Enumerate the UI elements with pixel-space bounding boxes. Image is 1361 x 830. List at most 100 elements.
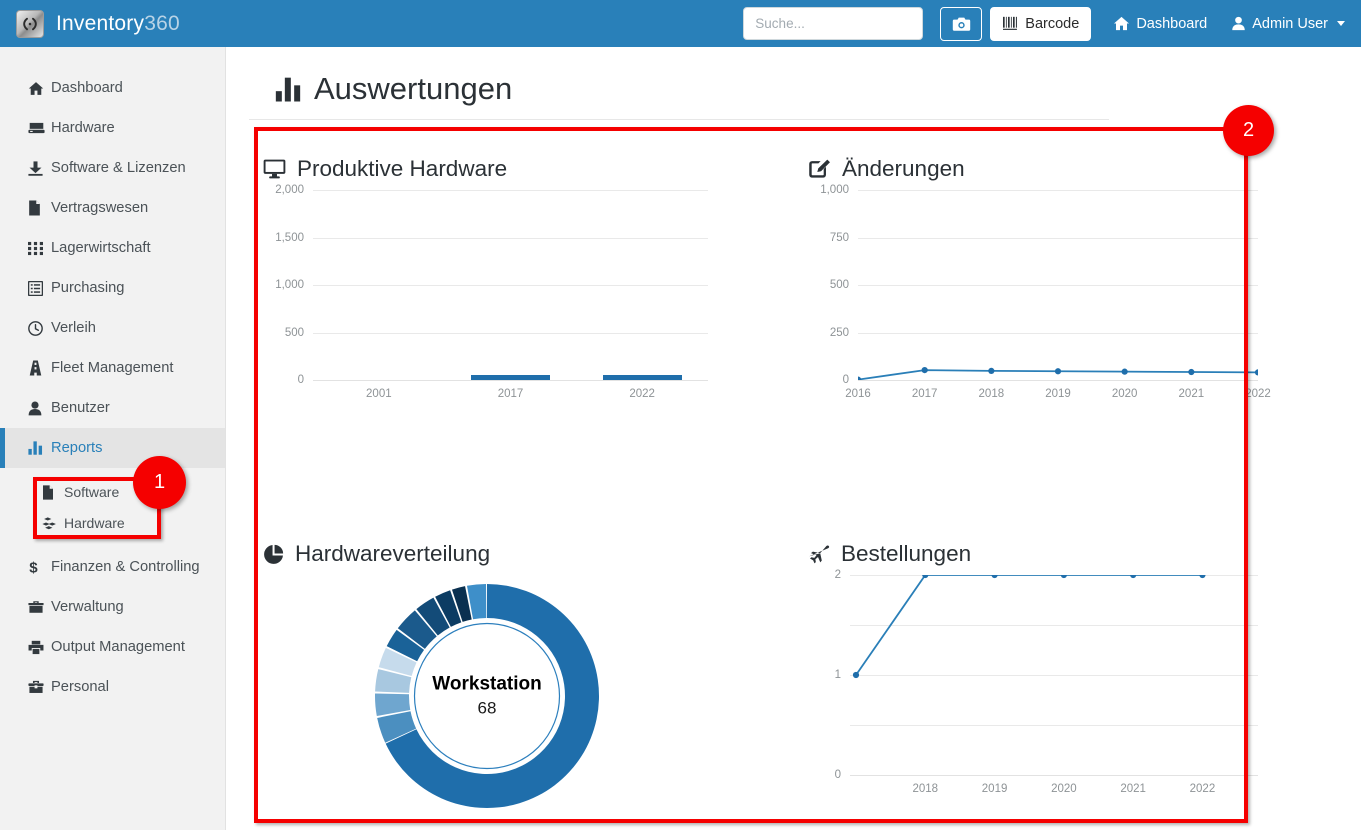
x-axis-tick-label: 2016 — [845, 388, 871, 400]
x-axis-tick-label: 2018 — [979, 388, 1005, 400]
chevron-down-icon — [1337, 21, 1345, 26]
user-icon — [1231, 16, 1246, 31]
sidebar-item-vertragswesen[interactable]: Vertragswesen — [0, 188, 225, 228]
y-axis-tick-label: 500 — [830, 279, 849, 291]
x-axis-tick-label: 2001 — [366, 388, 392, 400]
home-icon — [1113, 16, 1130, 31]
gridline — [313, 285, 708, 286]
sidebar-item-hardware[interactable]: Hardware — [0, 108, 225, 148]
page-title-text: Auswertungen — [314, 71, 512, 107]
chart-bestellungen: Bestellungen 01220182019202020212022 — [808, 541, 1278, 775]
brand-title: Inventory360 — [56, 12, 180, 36]
chart-title-text: Bestellungen — [841, 541, 971, 567]
x-axis-tick-label: 2020 — [1051, 783, 1077, 795]
user-icon — [28, 401, 51, 416]
sidebar-item-label: Vertragswesen — [51, 200, 148, 216]
x-axis-tick-label: 2020 — [1112, 388, 1138, 400]
sidebar-item-label: Finanzen & Controlling — [51, 559, 200, 575]
gridline — [858, 380, 1258, 381]
sidebar-item-personal[interactable]: Personal — [0, 667, 225, 707]
sidebar-item-dashboard[interactable]: Dashboard — [0, 68, 225, 108]
x-axis-tick-label: 2018 — [912, 783, 938, 795]
gridline — [313, 190, 708, 191]
annotation-badge-2: 2 — [1223, 105, 1274, 156]
bar-chart-icon — [28, 441, 51, 455]
cubes-icon — [42, 517, 64, 530]
edit-icon — [808, 159, 831, 179]
search-input[interactable] — [743, 7, 923, 40]
barcode-button-label: Barcode — [1025, 16, 1079, 32]
list-alt-icon — [28, 281, 51, 296]
briefcase-icon — [28, 600, 51, 614]
chart-title-aenderungen: Änderungen — [808, 156, 1278, 182]
nav-dashboard-label: Dashboard — [1136, 16, 1207, 32]
sidebar-item-reports[interactable]: Reports — [0, 428, 225, 468]
y-axis-tick-label: 0 — [298, 374, 304, 386]
y-axis-tick-label: 2,000 — [275, 184, 304, 196]
bar-chart-icon — [275, 77, 302, 102]
nav-dashboard-link[interactable]: Dashboard — [1113, 16, 1207, 32]
sidebar-item-lagerwirtschaft[interactable]: Lagerwirtschaft — [0, 228, 225, 268]
x-axis-tick-label: 2019 — [1045, 388, 1071, 400]
chart-produktive-hardware: Produktive Hardware 05001,0001,5002,0002… — [263, 156, 733, 380]
x-axis-tick-label: 2017 — [912, 388, 938, 400]
sidebar-item-label: Verleih — [51, 320, 96, 336]
y-axis-tick-label: 2 — [835, 569, 841, 581]
camera-scan-button[interactable] — [940, 7, 982, 41]
line-series — [858, 190, 1258, 380]
y-axis-tick-label: 1 — [835, 669, 841, 681]
sidebar-item-fleet-management[interactable]: Fleet Management — [0, 348, 225, 388]
y-axis-tick-label: 0 — [835, 769, 841, 781]
server-icon — [28, 121, 51, 135]
sidebar-item-purchasing[interactable]: Purchasing — [0, 268, 225, 308]
x-axis-tick-label: 2017 — [498, 388, 524, 400]
chart-hardwareverteilung: Hardwareverteilung Workstation 68 — [263, 541, 733, 812]
gridline — [313, 333, 708, 334]
brand-suffix: 360 — [144, 12, 180, 35]
x-axis-tick-label: 2021 — [1120, 783, 1146, 795]
sidebar-item-benutzer[interactable]: Benutzer — [0, 388, 225, 428]
plot-produktive-hardware: 05001,0001,5002,000200120172022 — [313, 190, 708, 380]
sidebar-item-label: Dashboard — [51, 80, 123, 96]
brand-name: Inventory — [56, 12, 144, 35]
bar-mark — [471, 375, 550, 380]
bar-mark — [603, 375, 682, 380]
chart-title-text: Hardwareverteilung — [295, 541, 490, 567]
suitcase-icon — [28, 680, 51, 694]
chart-title-bestellungen: Bestellungen — [808, 541, 1278, 567]
sidebar-item-label: Personal — [51, 679, 109, 695]
sidebar-subitem-software[interactable]: Software — [0, 477, 225, 507]
clock-icon — [28, 321, 51, 336]
pie-chart-icon — [263, 544, 284, 565]
download-icon — [28, 161, 51, 176]
sidebar-item-software-lizenzen[interactable]: Software & Lizenzen — [0, 148, 225, 188]
y-axis-tick-label: 250 — [830, 327, 849, 339]
annotation-badge-label: 2 — [1243, 119, 1254, 142]
sidebar-item-output-management[interactable]: Output Management — [0, 627, 225, 667]
x-axis-tick-label: 2021 — [1179, 388, 1205, 400]
y-axis-tick-label: 1,000 — [820, 184, 849, 196]
sidebar-item-verwaltung[interactable]: Verwaltung — [0, 587, 225, 627]
chart-aenderungen: Änderungen 02505007501,00020162017201820… — [808, 156, 1278, 380]
svg-text:$: $ — [29, 559, 38, 575]
sidebar-item-verleih[interactable]: Verleih — [0, 308, 225, 348]
sidebar-item-label: Lagerwirtschaft — [51, 240, 151, 256]
charts-region: Produktive Hardware 05001,0001,5002,0002… — [263, 136, 1243, 816]
barcode-button[interactable]: Barcode — [990, 7, 1091, 41]
x-axis-tick-label: 2022 — [1245, 388, 1271, 400]
sidebar-item-label: Software & Lizenzen — [51, 160, 186, 176]
sidebar-item-label: Benutzer — [51, 400, 110, 416]
sidebar-subitem-hardware[interactable]: Hardware — [0, 508, 225, 538]
nav-user-menu[interactable]: Admin User — [1231, 16, 1345, 32]
x-axis-tick-label: 2022 — [1190, 783, 1216, 795]
home-icon — [28, 81, 51, 96]
sidebar: Dashboard Hardware Software & Lizenz — [0, 47, 226, 830]
printer-icon — [28, 640, 51, 655]
desktop-icon — [263, 159, 286, 179]
chart-title-text: Produktive Hardware — [297, 156, 507, 182]
sidebar-item-finanzen-controlling[interactable]: $ Finanzen & Controlling — [0, 547, 225, 587]
y-axis-tick-label: 0 — [843, 374, 849, 386]
nav-right-group: Barcode Dashboard Admin User — [743, 7, 1349, 41]
brand-logo-link[interactable]: Inventory360 — [16, 10, 180, 38]
dollar-icon: $ — [28, 559, 51, 575]
